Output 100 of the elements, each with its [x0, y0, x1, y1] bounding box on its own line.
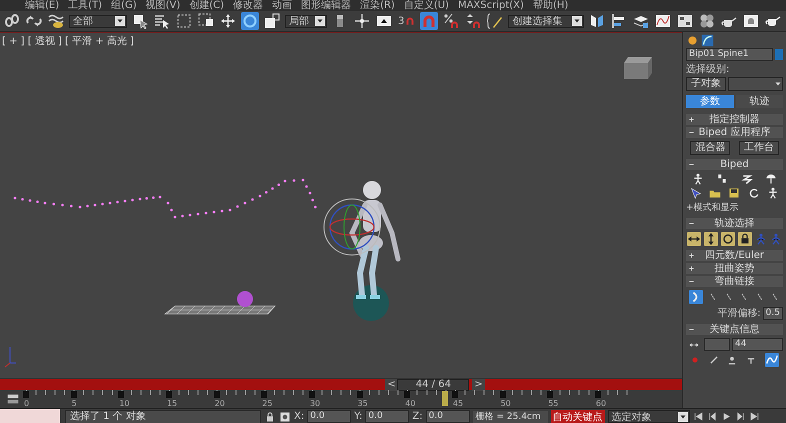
save-icon[interactable]	[728, 187, 740, 199]
rollout-header[interactable]: Biped 应用程序	[686, 127, 783, 138]
panel-tab[interactable]: 参数	[686, 95, 734, 108]
rollout-header[interactable]: 指定控制器	[686, 114, 783, 125]
select-object-icon[interactable]	[131, 12, 149, 30]
sun-icon[interactable]	[686, 34, 699, 47]
panel-tab[interactable]: 轨迹	[736, 95, 783, 108]
scale-icon[interactable]	[263, 12, 281, 30]
rotate-icon[interactable]	[721, 232, 736, 246]
keyframe-marker[interactable]	[308, 391, 315, 398]
rollout-header[interactable]: 扭曲姿势	[686, 263, 783, 274]
magnet-icon[interactable]	[420, 12, 438, 30]
previous-frame-button[interactable]: <	[385, 379, 398, 391]
viewcube-drawing[interactable]	[624, 57, 652, 79]
go-to-start-icon[interactable]	[692, 411, 704, 422]
rollout-header[interactable]: 关键点信息	[686, 324, 783, 335]
rollout-header[interactable]: Biped	[686, 159, 783, 170]
menu-item[interactable]: 工具(T)	[68, 0, 102, 11]
figure-icon[interactable]	[767, 187, 780, 199]
percent-magnet-icon[interactable]	[442, 12, 460, 30]
menu-item[interactable]: 动画	[272, 0, 292, 11]
reference-coordinate-dropdown[interactable]: 局部	[285, 14, 327, 28]
previous-frame-icon[interactable]	[706, 411, 718, 422]
lock-icon[interactable]	[738, 232, 752, 246]
key-tool-icon[interactable]	[727, 355, 738, 365]
menu-item[interactable]: 编辑(E)	[25, 0, 60, 11]
script-listener-field[interactable]	[0, 409, 60, 423]
z-coordinate-field[interactable]: 0.0	[426, 410, 470, 423]
lock-icon[interactable]	[264, 410, 276, 422]
object-color-swatch[interactable]	[775, 49, 783, 60]
umbrella-icon[interactable]	[764, 173, 777, 185]
key-tool-icon[interactable]	[746, 355, 756, 365]
keyframe-marker[interactable]	[547, 391, 554, 398]
time-slider-track[interactable]: < 44 / 64 >	[0, 378, 682, 390]
menu-item[interactable]: 创建(C)	[189, 0, 224, 11]
bend-link-icon[interactable]	[688, 290, 703, 304]
move-icon[interactable]	[219, 12, 237, 30]
next-frame-icon[interactable]	[734, 411, 746, 422]
footsteps-icon[interactable]	[716, 173, 728, 185]
keyframe-marker[interactable]	[261, 391, 268, 398]
keyframe-marker[interactable]	[118, 391, 124, 398]
subrollout-label[interactable]: +模式和显示	[686, 201, 783, 214]
material-spheres-icon[interactable]	[698, 12, 716, 30]
absolute-mode-icon[interactable]	[279, 410, 291, 422]
smooth-offset-field[interactable]: 0.5	[762, 306, 783, 320]
rollout-header[interactable]: 弯曲链接	[686, 276, 783, 287]
key-number-field[interactable]	[704, 338, 730, 351]
menu-item[interactable]: MAXScript(X)	[458, 0, 524, 11]
x-coordinate-field[interactable]: 0.0	[307, 410, 352, 423]
snap-toggle-button[interactable]: 3	[397, 14, 416, 28]
manipulate-icon[interactable]	[353, 12, 371, 30]
selection-filter-dropdown[interactable]: 全部	[69, 14, 127, 28]
record-dot-icon[interactable]	[690, 355, 700, 365]
time-slider-thumb[interactable]: 44 / 64	[397, 379, 470, 391]
wave-icon[interactable]	[47, 12, 65, 30]
next-frame-button[interactable]: >	[472, 379, 485, 391]
object-name-field[interactable]: Bip01 Spine1	[686, 48, 773, 61]
auto-key-button[interactable]: 自动关键点	[550, 410, 605, 423]
refresh-icon[interactable]	[748, 187, 760, 199]
rectangle-region-icon[interactable]	[175, 12, 193, 30]
key-filter-icon[interactable]	[5, 392, 21, 406]
menu-item[interactable]: 视图(V)	[146, 0, 180, 11]
select-arrow-icon[interactable]	[690, 187, 702, 199]
horizontal-arrows-icon[interactable]	[687, 232, 702, 246]
figure-icon[interactable]	[692, 173, 704, 185]
go-to-end-icon[interactable]	[748, 411, 760, 422]
keyframe-marker[interactable]	[166, 391, 172, 398]
rollout-button[interactable]: 工作台	[738, 141, 779, 155]
chain-link-icon[interactable]	[3, 12, 21, 30]
keyframe-marker[interactable]	[23, 391, 29, 398]
vertical-arrows-icon[interactable]	[704, 232, 718, 246]
keyframe-marker[interactable]	[70, 391, 77, 398]
key-time-field[interactable]: 44	[732, 338, 783, 351]
render-frame-icon[interactable]	[742, 12, 760, 30]
rollout-button[interactable]: 混合器	[690, 141, 730, 155]
keyframe-marker[interactable]	[594, 391, 601, 398]
menu-item[interactable]: 组(G)	[111, 0, 137, 11]
pencil-icon[interactable]	[486, 12, 504, 30]
keyframe-marker[interactable]	[404, 391, 410, 398]
menu-item[interactable]: 帮助(H)	[532, 0, 568, 11]
key-tool-icon[interactable]	[708, 355, 719, 365]
squiggle-icon[interactable]	[740, 173, 753, 185]
keyframe-marker[interactable]	[356, 391, 363, 398]
menu-item[interactable]: 图形编辑器	[301, 0, 352, 11]
rollout-header[interactable]: 轨迹选择	[686, 218, 783, 229]
keyframe-marker[interactable]	[214, 391, 220, 398]
modify-icon[interactable]	[701, 34, 714, 47]
menu-item[interactable]: 修改器	[233, 0, 264, 11]
keyframe-marker[interactable]	[452, 391, 458, 398]
key-filter-dropdown[interactable]: 选定对象	[608, 410, 690, 423]
named-selection-dropdown[interactable]: 创建选择集	[508, 14, 584, 28]
subobject-button[interactable]: 子对象	[686, 77, 726, 91]
y-coordinate-field[interactable]: 0.0	[365, 410, 410, 423]
schematic-icon[interactable]	[676, 12, 694, 30]
rollout-header[interactable]: 四元数/Euler	[686, 250, 783, 261]
curve-editor-icon[interactable]	[654, 12, 672, 30]
curve-icon[interactable]	[764, 353, 779, 367]
grid-size-text: 栅格 = 25.4cm	[472, 410, 548, 422]
keyframe-marker[interactable]	[500, 391, 506, 398]
viewport-label[interactable]: [ + ] [ 透视 ] [ 平滑 + 高光 ]	[2, 34, 134, 48]
